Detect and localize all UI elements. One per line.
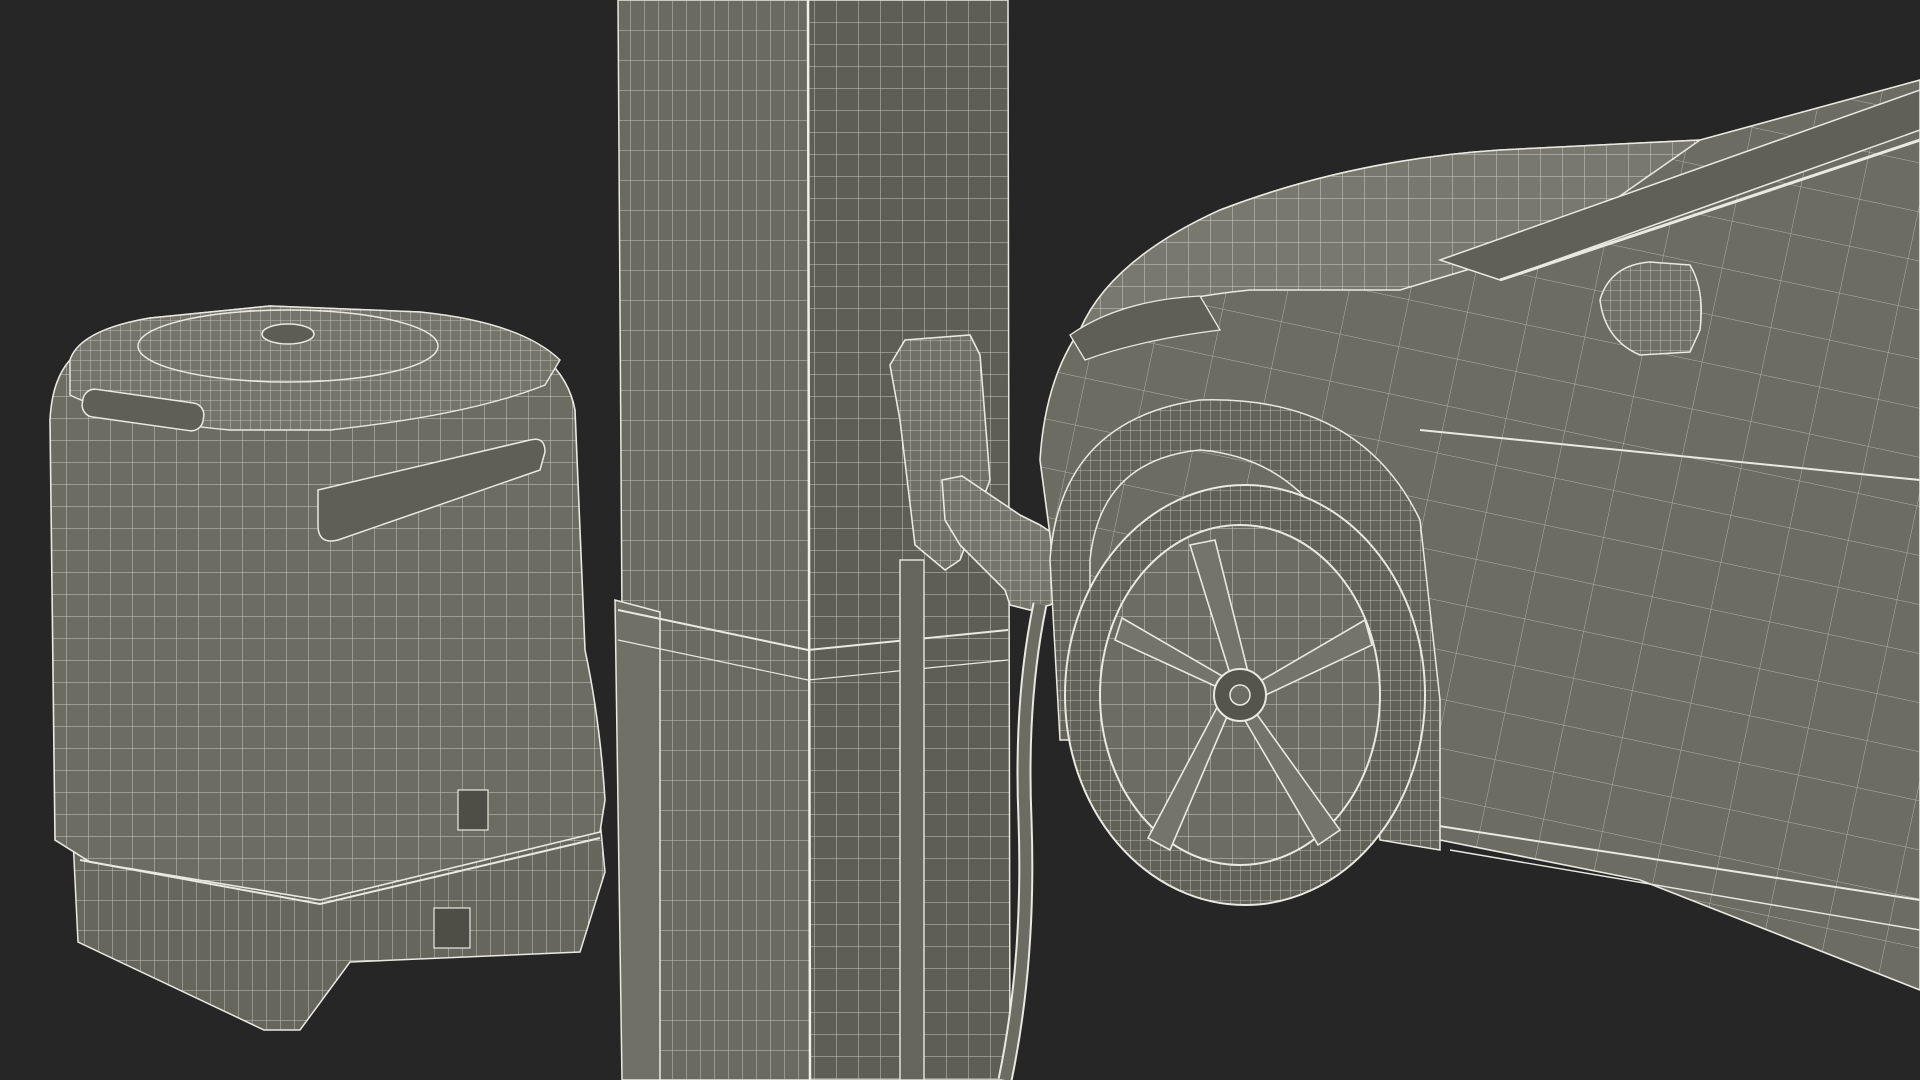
battery-port-upper <box>457 789 489 831</box>
holster-rail <box>899 559 925 1080</box>
battery-cap <box>261 323 315 345</box>
battery-port-lower <box>433 907 471 949</box>
pillar-base <box>614 599 661 1080</box>
wireframe-render <box>49 0 1920 1080</box>
front-wheel <box>1064 484 1426 906</box>
wireframe-render-scene <box>0 0 1920 1080</box>
battery-unit <box>49 305 606 1031</box>
